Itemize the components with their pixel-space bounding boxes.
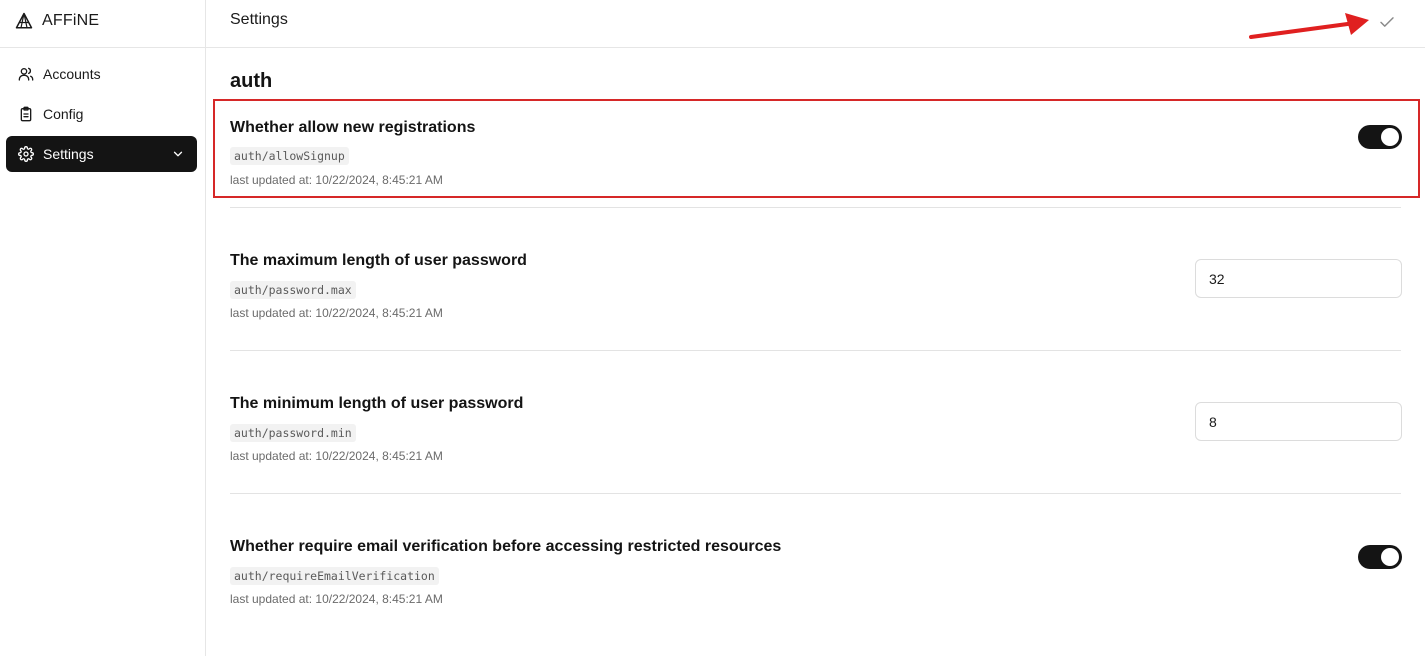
require-email-verification-toggle[interactable] bbox=[1358, 545, 1402, 569]
setting-title: The minimum length of user password bbox=[230, 395, 524, 412]
sidebar-item-label: Accounts bbox=[43, 66, 101, 82]
setting-updated: last updated at: 10/22/2024, 8:45:21 AM bbox=[230, 306, 443, 320]
setting-title: The maximum length of user password bbox=[230, 252, 527, 269]
sidebar-item-config[interactable]: Config bbox=[6, 96, 197, 132]
sidebar-item-label: Settings bbox=[43, 146, 94, 162]
setting-key: auth/password.max bbox=[230, 281, 356, 299]
check-icon bbox=[1380, 17, 1394, 27]
clipboard-icon bbox=[20, 106, 32, 122]
setting-key: auth/password.min bbox=[230, 424, 356, 442]
password-min-input[interactable] bbox=[1195, 402, 1402, 441]
setting-row-allow-signup: Whether allow new registrations auth/all… bbox=[230, 65, 1402, 208]
chevron-down-icon[interactable] bbox=[171, 147, 185, 161]
setting-key: auth/allowSignup bbox=[230, 147, 349, 165]
admin-app: AFFiNE Accounts Config Settings Settings… bbox=[0, 0, 1425, 656]
sidebar: AFFiNE Accounts Config Settings bbox=[0, 0, 206, 656]
page-title: Settings bbox=[230, 11, 288, 28]
save-button[interactable] bbox=[1375, 10, 1399, 34]
sidebar-item-settings[interactable]: Settings bbox=[6, 136, 197, 172]
gear-icon bbox=[18, 146, 34, 162]
setting-row-password-min: The minimum length of user password auth… bbox=[230, 351, 1402, 494]
setting-updated: last updated at: 10/22/2024, 8:45:21 AM bbox=[230, 449, 443, 463]
sidebar-item-accounts[interactable]: Accounts bbox=[6, 56, 197, 92]
password-max-input[interactable] bbox=[1195, 259, 1402, 298]
toggle-knob bbox=[1381, 128, 1399, 146]
header: Settings bbox=[206, 0, 1425, 48]
users-icon bbox=[18, 67, 34, 81]
sidebar-nav: Accounts Config Settings bbox=[6, 56, 197, 176]
setting-row-require-email-verification: Whether require email verification befor… bbox=[230, 494, 1402, 637]
setting-key: auth/requireEmailVerification bbox=[230, 567, 439, 585]
brand-name: AFFiNE bbox=[42, 12, 100, 29]
affine-logo-icon bbox=[15, 12, 33, 29]
sidebar-divider bbox=[0, 47, 206, 48]
setting-row-password-max: The maximum length of user password auth… bbox=[230, 208, 1402, 351]
brand: AFFiNE bbox=[15, 10, 99, 32]
toggle-knob bbox=[1381, 548, 1399, 566]
allow-signup-toggle[interactable] bbox=[1358, 125, 1402, 149]
setting-updated: last updated at: 10/22/2024, 8:45:21 AM bbox=[230, 592, 443, 606]
setting-title: Whether require email verification befor… bbox=[230, 538, 782, 555]
setting-updated: last updated at: 10/22/2024, 8:45:21 AM bbox=[230, 173, 443, 187]
setting-title: Whether allow new registrations bbox=[230, 119, 476, 136]
sidebar-item-label: Config bbox=[43, 106, 84, 122]
settings-content: auth Whether allow new registrations aut… bbox=[206, 48, 1425, 656]
